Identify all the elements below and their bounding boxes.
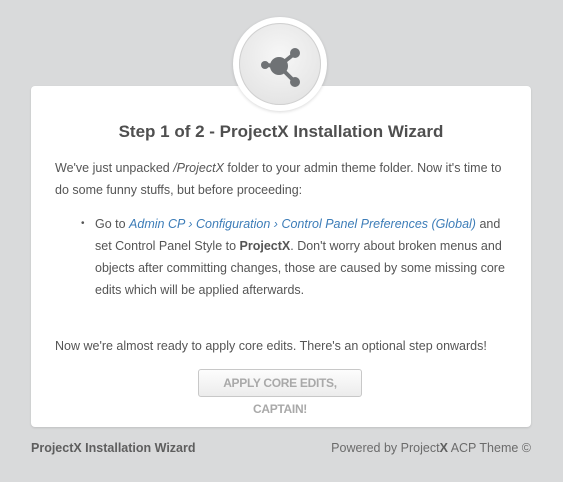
breadcrumb-separator: ›	[184, 217, 196, 231]
wizard-title: Step 1 of 2 - ProjectX Installation Wiza…	[118, 122, 444, 141]
style-name: ProjectX	[239, 239, 291, 253]
admin-cp-link[interactable]: Admin CP	[129, 217, 185, 231]
page: Step 1 of 2 - ProjectX Installation Wiza…	[0, 0, 563, 482]
footer-credit: Powered by ProjectX ACP Theme ©	[331, 441, 531, 455]
logo-badge	[233, 17, 327, 111]
breadcrumb-separator: ›	[270, 217, 282, 231]
step-prefix: Go to	[95, 217, 130, 231]
configuration-link[interactable]: Configuration	[196, 217, 270, 231]
apply-core-edits-button[interactable]: APPLY CORE EDITS, CAPTAIN!	[198, 369, 362, 416]
intro-text: We've just unpacked /ProjectX folder to …	[55, 157, 515, 201]
footer-credit-prefix: Powered by Project	[331, 441, 440, 455]
bullet: •	[81, 218, 85, 229]
steps-list: • Go to Admin CP › Configuration › Contro…	[81, 213, 505, 301]
wizard-card: Step 1 of 2 - ProjectX Installation Wiza…	[31, 86, 531, 427]
footer-title: ProjectX Installation Wizard	[31, 441, 196, 455]
folder-path: /ProjectX	[173, 161, 224, 175]
list-item: • Go to Admin CP › Configuration › Contro…	[81, 213, 505, 301]
outro-text: Now we're almost ready to apply core edi…	[55, 339, 487, 353]
footer-credit-brand: X	[439, 441, 448, 455]
intro-part1: We've just unpacked	[55, 161, 174, 175]
logo-circle	[239, 23, 321, 105]
footer-credit-suffix: ACP Theme ©	[447, 441, 531, 455]
cp-preferences-link[interactable]: Control Panel Preferences (Global)	[281, 217, 476, 231]
share-network-icon	[261, 48, 300, 87]
